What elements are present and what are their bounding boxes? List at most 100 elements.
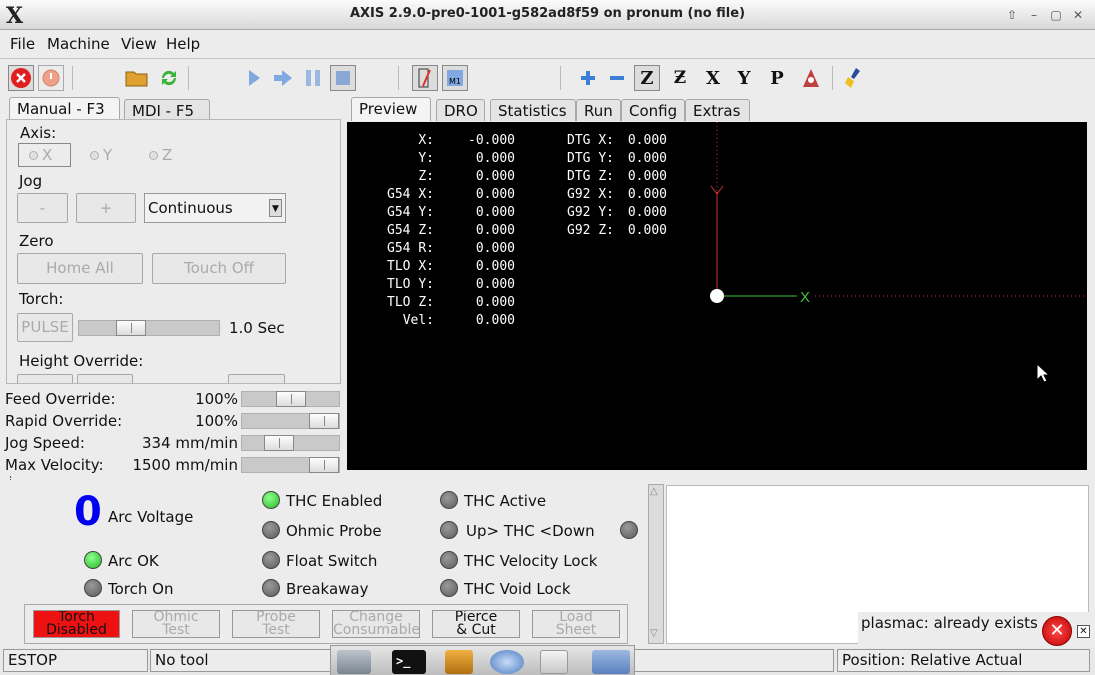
arc-voltage-label: Arc Voltage xyxy=(108,508,194,526)
breakaway-led xyxy=(262,579,280,597)
rapid-override-unit: % xyxy=(223,412,238,430)
load-sheet-button[interactable]: Load Sheet xyxy=(532,610,620,638)
minimize-icon[interactable]: – xyxy=(1025,6,1043,24)
slider-thumb[interactable] xyxy=(309,413,339,429)
terminal-icon[interactable]: >_ xyxy=(392,650,426,674)
stop-icon[interactable] xyxy=(330,65,356,91)
svg-text:M1: M1 xyxy=(449,77,461,86)
axis-z-label: Z xyxy=(162,146,173,164)
tab-manual[interactable]: Manual - F3 xyxy=(9,97,120,121)
tab-mdi[interactable]: MDI - F5 xyxy=(124,99,210,121)
power-icon[interactable] xyxy=(38,65,64,91)
jog-plus-button[interactable]: + xyxy=(76,193,136,223)
max-velocity-slider[interactable] xyxy=(241,457,340,473)
clear-plot-icon[interactable] xyxy=(840,65,866,91)
view-z-icon[interactable]: Z xyxy=(634,65,660,91)
view-z2-icon[interactable]: Ƶ xyxy=(667,65,693,91)
touch-off-button[interactable]: Touch Off xyxy=(152,253,286,284)
view-p-icon[interactable]: P xyxy=(764,65,790,91)
scroll-up-icon[interactable]: △ xyxy=(650,486,658,497)
toolpath-plot: X xyxy=(710,122,1087,306)
menu-help[interactable]: Help xyxy=(166,35,200,53)
pane-handle[interactable] xyxy=(10,476,13,480)
slider-thumb[interactable] xyxy=(264,435,294,451)
tab-dro[interactable]: DRO xyxy=(436,99,485,121)
preview-canvas[interactable]: X: -0.000 Y: 0.000 Z: 0.000 G54 X: 0.000 G54 Y: 0… xyxy=(347,122,1087,470)
rotate-icon[interactable] xyxy=(798,65,824,91)
tool-marker xyxy=(710,289,724,303)
rapid-override-slider[interactable] xyxy=(241,413,340,429)
max-velocity-label: Max Velocity: xyxy=(5,456,104,474)
view-x-icon[interactable]: X xyxy=(700,65,726,91)
thc-active-led xyxy=(440,491,458,509)
estop-icon[interactable] xyxy=(8,65,34,91)
view-y-icon[interactable]: Y xyxy=(731,65,757,91)
browser-icon[interactable] xyxy=(490,650,524,674)
probe-test-button[interactable]: Probe Test xyxy=(232,610,320,638)
run-icon[interactable] xyxy=(241,65,267,91)
ohmic-test-button[interactable]: Ohmic Test xyxy=(132,610,220,638)
tab-preview[interactable]: Preview xyxy=(351,97,431,121)
tab-statistics[interactable]: Statistics xyxy=(490,99,576,121)
menu-machine[interactable]: Machine xyxy=(47,35,110,53)
toolbar-separator xyxy=(560,66,561,90)
slider-thumb[interactable] xyxy=(276,391,306,407)
feed-override-slider[interactable] xyxy=(241,391,340,407)
menu-bar xyxy=(0,31,1095,59)
folder-icon[interactable] xyxy=(592,650,630,674)
toolbar-separator xyxy=(832,66,833,90)
tab-extras[interactable]: Extras xyxy=(685,99,750,121)
axis-radio-y[interactable]: Y xyxy=(90,146,112,164)
tab-config[interactable]: Config xyxy=(621,99,685,121)
close-window-icon[interactable]: ✕ xyxy=(1069,6,1087,24)
gcode-scrollbar[interactable] xyxy=(648,484,664,644)
scroll-down-icon[interactable]: ▽ xyxy=(650,628,658,639)
maximize-icon[interactable]: ▢ xyxy=(1047,6,1065,24)
zoom-out-icon[interactable] xyxy=(604,65,630,91)
jog-speed-slider[interactable] xyxy=(241,435,340,451)
home-all-button[interactable]: Home All xyxy=(17,253,143,284)
step-icon[interactable] xyxy=(270,65,296,91)
feed-override-number: 100 xyxy=(195,390,224,408)
pierce-cut-button[interactable]: Pierce & Cut xyxy=(432,610,520,638)
close-notification-icon[interactable]: ✕ xyxy=(1077,625,1090,638)
pulse-time-slider[interactable] xyxy=(78,320,220,336)
arc-ok-label: Arc OK xyxy=(108,552,159,570)
menu-view[interactable]: View xyxy=(121,35,157,53)
max-velocity-value: 1500 mm/min xyxy=(120,456,238,474)
torch-label: Torch: xyxy=(19,290,64,308)
drive-icon[interactable] xyxy=(337,650,371,674)
pause-icon[interactable] xyxy=(300,65,326,91)
axis-label: Axis: xyxy=(20,124,57,142)
slider-thumb[interactable] xyxy=(116,320,146,336)
axis-radio-z[interactable]: Z xyxy=(149,146,172,164)
block-delete-icon[interactable] xyxy=(412,65,438,91)
position-status: Position: Relative Actual xyxy=(837,649,1090,672)
menu-file[interactable]: File xyxy=(10,35,35,53)
reload-icon[interactable] xyxy=(156,65,182,91)
open-folder-icon[interactable] xyxy=(124,65,150,91)
pulse-button[interactable]: PULSE xyxy=(17,313,73,342)
height-raise-button[interactable] xyxy=(77,374,133,383)
change-consumable-button[interactable]: Change Consumable xyxy=(332,610,420,638)
height-reset-button[interactable] xyxy=(228,374,285,383)
thc-void-lock-led xyxy=(440,579,458,597)
height-lower-button[interactable] xyxy=(17,374,73,383)
arc-voltage-value: 0 xyxy=(74,489,102,535)
jog-mode-select[interactable]: Continuous ▼ xyxy=(144,193,286,223)
slider-thumb[interactable] xyxy=(309,457,339,473)
zoom-in-icon[interactable] xyxy=(575,65,601,91)
search-files-icon[interactable] xyxy=(540,650,568,674)
tab-run[interactable]: Run xyxy=(576,99,621,121)
axis-radio-x[interactable]: X xyxy=(18,143,71,167)
jog-minus-button[interactable]: - xyxy=(17,193,68,223)
error-icon: ✕ xyxy=(1042,616,1072,646)
breakaway-label: Breakaway xyxy=(286,580,369,598)
optional-stop-icon[interactable]: M1 xyxy=(442,65,468,91)
torch-disabled-button[interactable]: Torch Disabled xyxy=(33,610,120,638)
zero-label: Zero xyxy=(19,232,54,250)
window-up-icon[interactable]: ⇧ xyxy=(1003,6,1021,24)
torch-on-label: Torch On xyxy=(108,580,174,598)
archive-icon[interactable] xyxy=(445,650,473,674)
jog-speed-unit: mm/min xyxy=(175,434,238,452)
